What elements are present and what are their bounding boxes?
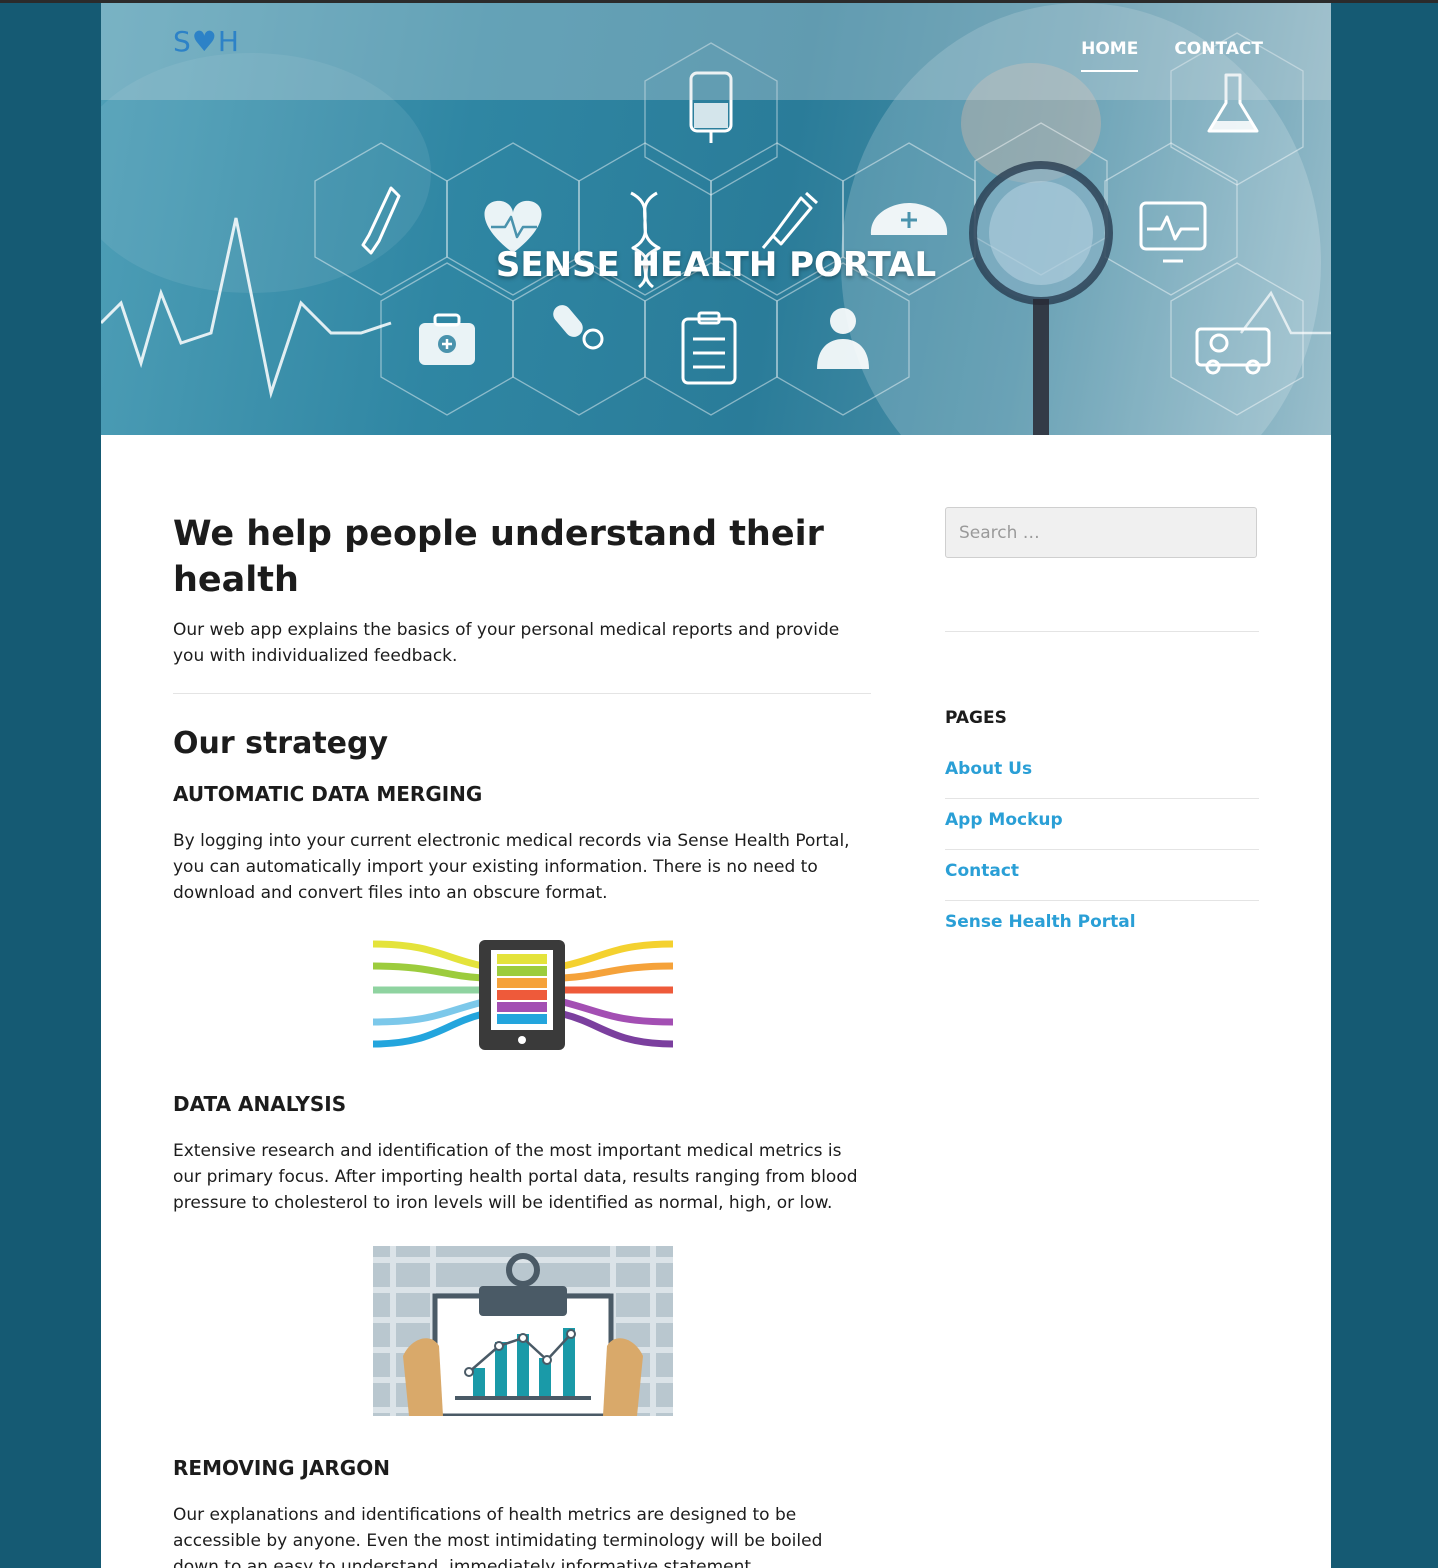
sidebar: PAGES About Us App Mockup Contact Sense …	[945, 507, 1259, 952]
page-link-contact[interactable]: Contact	[945, 861, 1019, 881]
main-content: We help people understand their health O…	[173, 511, 871, 1568]
data-merging-illustration	[372, 940, 674, 1050]
section-text-removing-jargon: Our explanations and identifications of …	[173, 1505, 823, 1568]
pages-list: About Us App Mockup Contact Sense Health…	[945, 748, 1259, 952]
page-link-sense-health-portal[interactable]: Sense Health Portal	[945, 912, 1136, 932]
section-heading-data-analysis: DATA ANALYSIS	[173, 1092, 347, 1116]
nav-contact-link[interactable]: CONTACT	[1174, 39, 1263, 72]
section-text-data-merging: By logging into your current electronic …	[173, 831, 850, 903]
data-analysis-illustration	[373, 1246, 673, 1419]
section-heading-data-merging: AUTOMATIC DATA MERGING	[173, 782, 483, 806]
section-heading-removing-jargon: REMOVING JARGON	[173, 1456, 390, 1480]
strategy-heading: Our strategy	[173, 726, 389, 761]
list-item: Sense Health Portal	[945, 901, 1259, 952]
search-input[interactable]	[945, 507, 1257, 558]
section-text-data-analysis: Extensive research and identification of…	[173, 1141, 858, 1213]
syringe-icon	[761, 191, 819, 249]
hero-banner: S♥H HOME CONTACT SENSE HEALTH PORTAL	[101, 3, 1331, 435]
page-link-app-mockup[interactable]: App Mockup	[945, 810, 1063, 830]
pages-widget-title: PAGES	[945, 708, 1007, 728]
clipboard-icon	[681, 311, 737, 385]
sidebar-divider	[945, 631, 1259, 632]
list-item: App Mockup	[945, 799, 1259, 850]
site-logo[interactable]: S♥H	[173, 25, 240, 58]
intro-text: Our web app explains the basics of your …	[173, 620, 840, 666]
nav-home-link[interactable]: HOME	[1081, 39, 1139, 72]
page-link-about-us[interactable]: About Us	[945, 759, 1032, 779]
list-item: About Us	[945, 748, 1259, 799]
intro-heading: We help people understand their health	[173, 514, 824, 600]
content-divider	[173, 693, 871, 694]
site-title: SENSE HEALTH PORTAL	[495, 245, 937, 285]
first-aid-kit-icon	[419, 313, 475, 365]
main-navigation: HOME CONTACT	[1081, 39, 1263, 72]
list-item: Contact	[945, 850, 1259, 901]
page-container: S♥H HOME CONTACT SENSE HEALTH PORTAL We …	[101, 3, 1331, 1568]
pills-icon	[553, 305, 604, 350]
